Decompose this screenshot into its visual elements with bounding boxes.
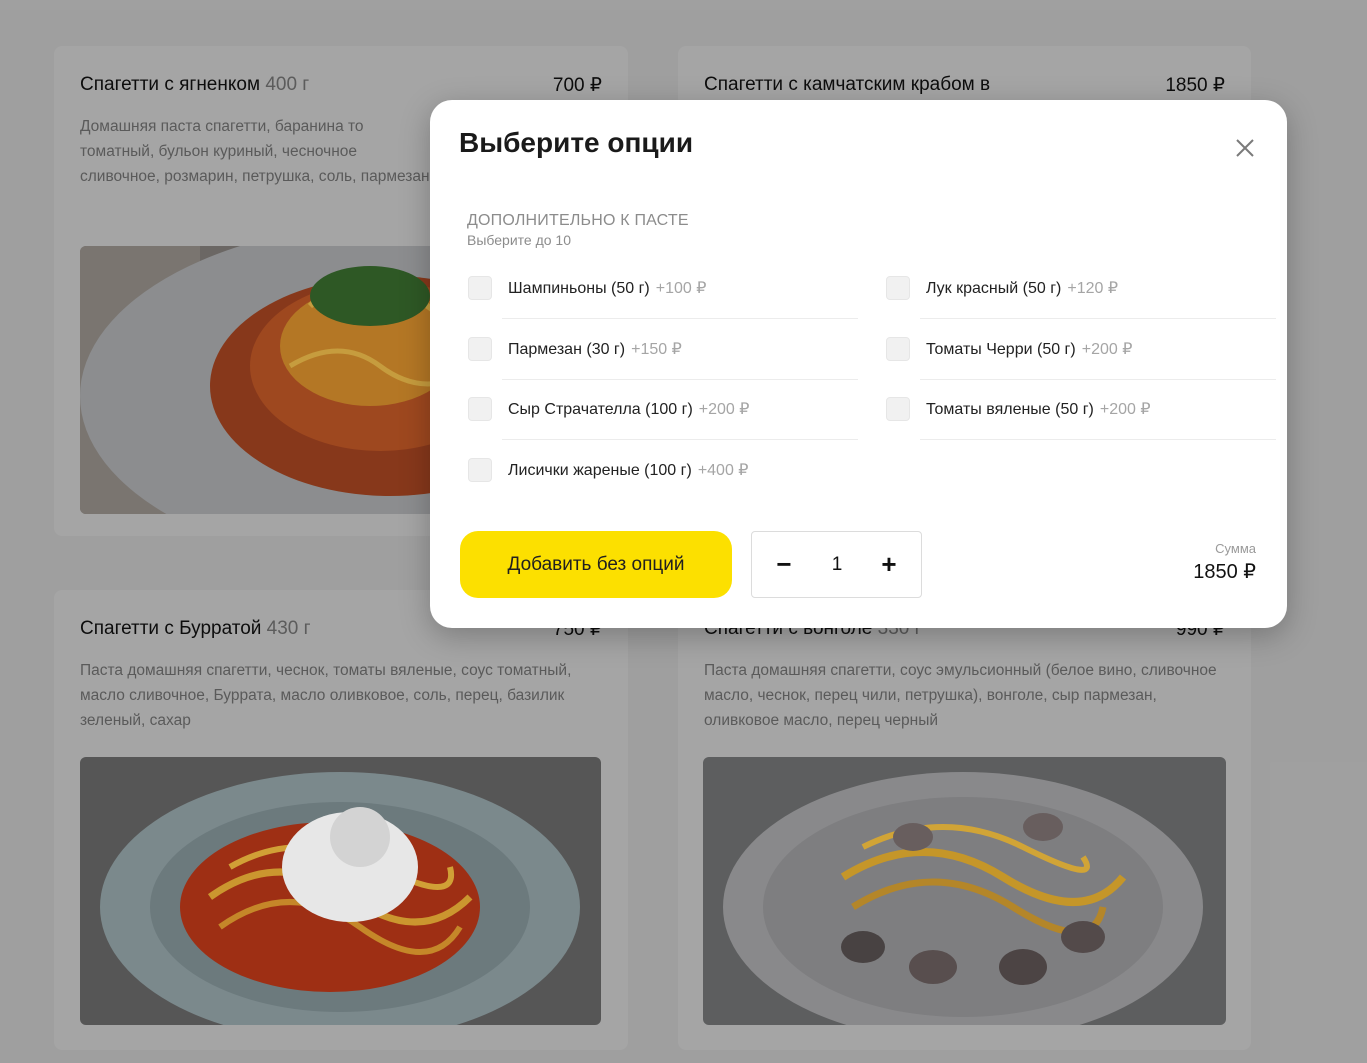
- close-icon[interactable]: [1233, 136, 1257, 160]
- option-cherry-tomatoes[interactable]: Томаты Черри (50 г) +200 ₽: [886, 320, 1276, 380]
- option-checkbox[interactable]: [468, 397, 492, 421]
- divider: [920, 318, 1276, 319]
- option-checkbox[interactable]: [468, 458, 492, 482]
- option-champignons[interactable]: Шампиньоны (50 г) +100 ₽: [468, 259, 858, 319]
- option-label: Сыр Страчателла (100 г) +200 ₽: [508, 401, 750, 418]
- divider: [502, 439, 858, 440]
- option-price: +200 ₽: [698, 401, 750, 418]
- option-checkbox[interactable]: [468, 337, 492, 361]
- option-stracciatella[interactable]: Сыр Страчателла (100 г) +200 ₽: [468, 380, 858, 440]
- add-without-options-button[interactable]: Добавить без опций: [460, 531, 732, 598]
- option-checkbox[interactable]: [886, 276, 910, 300]
- modal-title: Выберите опции: [459, 127, 694, 158]
- menu-page: Спагетти с ягненком 400 г 700 ₽ Домашняя…: [0, 0, 1367, 1063]
- option-red-onion[interactable]: Лук красный (50 г) +120 ₽: [886, 259, 1276, 319]
- option-checkbox[interactable]: [886, 337, 910, 361]
- section-subtitle: Выберите до 10: [467, 232, 572, 248]
- increase-button[interactable]: +: [867, 532, 911, 597]
- decrease-button[interactable]: −: [762, 532, 806, 597]
- option-checkbox[interactable]: [468, 276, 492, 300]
- option-chanterelles[interactable]: Лисички жареные (100 г) +400 ₽: [468, 441, 858, 501]
- option-price: +150 ₽: [631, 341, 682, 358]
- option-sundried-tomatoes[interactable]: Томаты вяленые (50 г) +200 ₽: [886, 380, 1276, 440]
- option-label: Томаты вяленые (50 г) +200 ₽: [926, 401, 1151, 418]
- divider: [920, 439, 1276, 440]
- quantity-stepper: − 1 +: [751, 531, 922, 598]
- options-modal: Выберите опции ДОПОЛНИТЕЛЬНО К ПАСТЕ Выб…: [430, 100, 1287, 628]
- option-price: +200 ₽: [1099, 401, 1151, 418]
- divider: [502, 318, 858, 319]
- option-label: Пармезан (30 г) +150 ₽: [508, 341, 682, 358]
- option-price: +400 ₽: [697, 462, 749, 479]
- section-title: ДОПОЛНИТЕЛЬНО К ПАСТЕ: [467, 212, 689, 229]
- option-price: +200 ₽: [1081, 341, 1133, 358]
- option-price: +100 ₽: [655, 280, 707, 297]
- option-label: Лисички жареные (100 г) +400 ₽: [508, 462, 749, 479]
- quantity-value: 1: [831, 553, 843, 575]
- option-parmesan[interactable]: Пармезан (30 г) +150 ₽: [468, 320, 858, 380]
- sum-value: 1850 ₽: [1193, 561, 1256, 583]
- option-checkbox[interactable]: [886, 397, 910, 421]
- option-label: Лук красный (50 г) +120 ₽: [926, 280, 1119, 297]
- option-label: Шампиньоны (50 г) +100 ₽: [508, 280, 707, 297]
- sum-label: Сумма: [1215, 541, 1256, 556]
- option-price: +120 ₽: [1067, 280, 1119, 297]
- option-label: Томаты Черри (50 г) +200 ₽: [926, 341, 1133, 358]
